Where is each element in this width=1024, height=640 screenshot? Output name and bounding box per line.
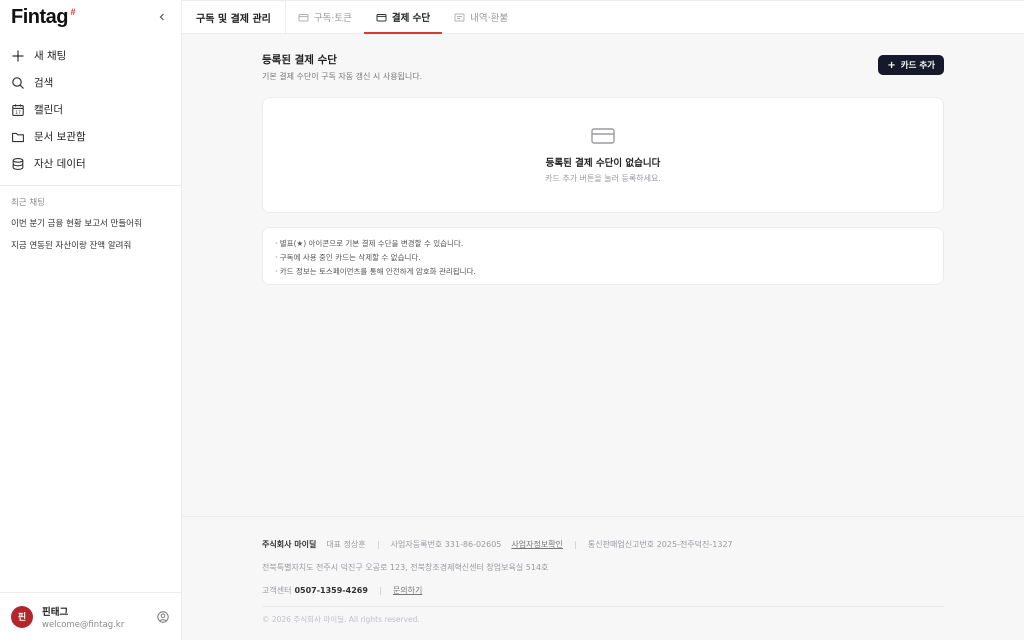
business-number: 사업자등록번호 331-86-02605 — [390, 540, 502, 549]
logo-mark: # — [70, 6, 75, 17]
note-item: · 별표(★) 아이콘으로 기본 결제 수단을 변경할 수 있습니다. — [275, 239, 464, 248]
recent-chat-item[interactable]: 지금 연동된 자산이랑 잔액 알려줘 — [0, 234, 181, 256]
empty-state-title: 등록된 결제 수단이 없습니다 — [545, 157, 661, 169]
sidebar-item-label: 새 채팅 — [34, 50, 67, 62]
empty-state-subtitle: 카드 추가 버튼을 눌러 등록하세요. — [545, 173, 661, 183]
customer-center-phone: 0507-1359-4269 — [294, 586, 368, 595]
add-card-label: 카드 추가 — [900, 61, 935, 71]
logo-row: Fintag # — [0, 0, 181, 34]
recent-chats-title: 최근 채팅 — [11, 198, 45, 208]
svg-text:17: 17 — [15, 109, 21, 115]
sidebar-item-search[interactable]: 검색 — [0, 69, 181, 96]
section-heading: 등록된 결제 수단 기본 결제 수단이 구독 자동 갱신 시 사용됩니다. — [262, 52, 422, 82]
section-header: 등록된 결제 수단 기본 결제 수단이 구독 자동 갱신 시 사용됩니다. + … — [262, 34, 944, 82]
sidebar-item-calendar[interactable]: 17 캘린더 — [0, 96, 181, 123]
user-info: 핀태그 welcome@fintag.kr — [42, 604, 156, 630]
footer-inner: 주식회사 마이딜 대표 정상훈 사업자등록번호 331-86-02605 사업자… — [262, 517, 944, 625]
empty-state-card: 등록된 결제 수단이 없습니다 카드 추가 버튼을 눌러 등록하세요. — [262, 97, 944, 213]
database-icon — [11, 157, 25, 171]
receipt-icon — [454, 12, 465, 23]
mail-order-number: 통신판매업신고번호 2025-전주덕진-1327 — [587, 540, 733, 549]
ceo-name: 대표 정상훈 — [326, 540, 366, 549]
sidebar-item-label: 자산 데이터 — [34, 158, 86, 170]
copyright: © 2026 주식회사 마이딜. All rights reserved. — [262, 615, 420, 624]
plus-icon — [11, 49, 25, 63]
search-icon — [11, 76, 25, 90]
sidebar-item-label: 검색 — [34, 77, 54, 89]
business-info-link[interactable]: 사업자정보확인 — [511, 539, 563, 550]
info-notes: · 별표(★) 아이콘으로 기본 결제 수단을 변경할 수 있습니다. · 구독… — [262, 227, 944, 285]
main-content: 등록된 결제 수단 기본 결제 수단이 구독 자동 갱신 시 사용됩니다. + … — [182, 34, 1024, 516]
customer-center-label: 고객센터 — [262, 586, 292, 595]
footer-separator — [379, 586, 381, 595]
tab-label: 결제 수단 — [391, 13, 431, 24]
tab-label: 구독·토큰 — [313, 13, 352, 24]
sidebar-item-documents[interactable]: 문서 보관함 — [0, 123, 181, 150]
tab-subscription[interactable]: 구독·토큰 — [286, 1, 364, 33]
note-item: · 카드 정보는 토스페이먼츠를 통해 안전하게 암호화 관리됩니다. — [275, 267, 476, 276]
account-settings-icon[interactable] — [156, 610, 170, 624]
avatar: 핀 — [11, 605, 33, 628]
user-name: 핀태그 — [42, 606, 69, 618]
footer-contact-row: 고객센터 0507-1359-4269 문의하기 — [262, 585, 944, 596]
collapse-sidebar-button[interactable] — [154, 9, 170, 25]
footer: 주식회사 마이딜 대표 정상훈 사업자등록번호 331-86-02605 사업자… — [182, 516, 1024, 640]
sidebar-item-label: 캘린더 — [34, 104, 63, 116]
recent-chat-item[interactable]: 이번 분기 금융 현황 보고서 만들어줘 — [0, 212, 181, 234]
footer-address-row: 전북특별자치도 전주시 덕진구 오공로 123, 전북창조경제혁신센터 창업보육… — [262, 562, 944, 573]
sidebar-item-new-chat[interactable]: 새 채팅 — [0, 42, 181, 69]
plus-icon: + — [887, 59, 896, 71]
chevron-left-icon — [159, 13, 164, 21]
payment-methods-panel: 등록된 결제 수단 기본 결제 수단이 구독 자동 갱신 시 사용됩니다. + … — [262, 34, 944, 285]
page-title: 구독 및 결제 관리 — [182, 1, 286, 33]
calendar-icon: 17 — [11, 103, 25, 117]
tab-label: 내역·환불 — [470, 13, 509, 24]
sidebar-item-assets[interactable]: 자산 데이터 — [0, 150, 181, 177]
sidebar-item-label: 문서 보관함 — [34, 131, 86, 143]
user-email: welcome@fintag.kr — [42, 619, 125, 630]
company-address: 전북특별자치도 전주시 덕진구 오공로 123, 전북창조경제혁신센터 창업보육… — [262, 563, 549, 572]
card-icon — [298, 12, 309, 23]
wallet-icon — [376, 12, 387, 23]
add-card-button[interactable]: + 카드 추가 — [878, 55, 944, 75]
company-name: 주식회사 마이딜 — [262, 540, 317, 549]
section-title: 등록된 결제 수단 — [262, 54, 337, 66]
top-bar: 구독 및 결제 관리 구독·토큰 결제 수단 내역·환불 — [182, 0, 1024, 34]
credit-card-icon — [591, 127, 615, 144]
section-subtitle: 기본 결제 수단이 구독 자동 갱신 시 사용됩니다. — [262, 72, 423, 81]
footer-separator — [377, 540, 379, 549]
tab-payment-methods[interactable]: 결제 수단 — [363, 1, 443, 34]
tab-bar: 구독·토큰 결제 수단 내역·환불 — [286, 1, 520, 34]
contact-link[interactable]: 문의하기 — [393, 585, 422, 596]
sidebar-nav: 새 채팅 검색 17 캘린더 문서 보관함 자산 데이터 — [0, 34, 181, 177]
fintag-logo[interactable]: Fintag # — [11, 6, 75, 29]
folder-icon — [11, 130, 25, 144]
sidebar: Fintag # 새 채팅 검색 17 캘린더 문서 보관함 자산 데이터 최근… — [0, 0, 182, 640]
footer-divider — [262, 606, 944, 607]
footer-separator — [574, 540, 576, 549]
footer-business-row: 주식회사 마이딜 대표 정상훈 사업자등록번호 331-86-02605 사업자… — [262, 539, 944, 550]
tab-history-refund[interactable]: 내역·환불 — [442, 1, 520, 33]
user-profile[interactable]: 핀 핀태그 welcome@fintag.kr — [0, 592, 181, 640]
note-item: · 구독에 사용 중인 카드는 삭제할 수 없습니다. — [275, 253, 421, 262]
